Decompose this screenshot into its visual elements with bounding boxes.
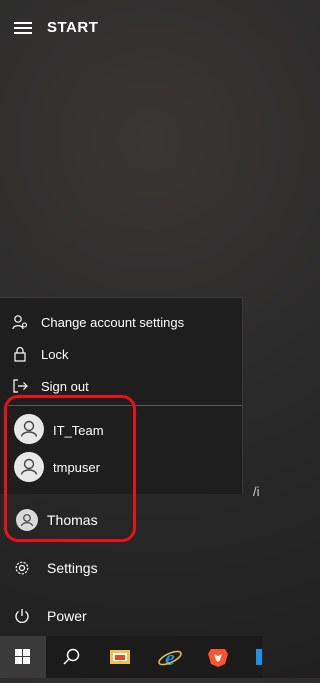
- start-button[interactable]: [0, 636, 46, 678]
- settings-button[interactable]: Settings: [0, 548, 262, 588]
- power-label: Power: [47, 608, 87, 624]
- start-menu: START Change account settings Lock Sign …: [0, 0, 262, 636]
- start-header: START: [0, 0, 262, 56]
- power-icon: [15, 609, 29, 623]
- start-title: START: [47, 19, 99, 36]
- annotation-highlight-box: [4, 395, 136, 542]
- internet-explorer-taskbar-button[interactable]: e: [150, 636, 190, 678]
- account-settings-icon: [12, 315, 28, 330]
- change-account-settings-label: Change account settings: [41, 315, 185, 330]
- svg-text:e: e: [165, 645, 175, 670]
- search-button[interactable]: [46, 636, 96, 678]
- lock-label: Lock: [41, 347, 69, 362]
- change-account-settings-item[interactable]: Change account settings: [0, 308, 242, 336]
- settings-label: Settings: [47, 560, 98, 576]
- brave-browser-taskbar-button[interactable]: [198, 636, 238, 678]
- brave-browser-icon: [208, 649, 228, 667]
- sign-out-icon: [13, 379, 28, 393]
- lock-item[interactable]: Lock: [0, 340, 242, 368]
- file-explorer-taskbar-button[interactable]: [100, 636, 140, 678]
- internet-explorer-icon: e: [158, 645, 182, 670]
- gear-icon: [15, 561, 29, 575]
- background-text-fragment: /i: [253, 484, 260, 499]
- taskbar: e: [0, 636, 262, 678]
- windows-start-icon: [15, 649, 30, 664]
- app-icon: [256, 649, 262, 665]
- partial-app-taskbar-button[interactable]: [246, 636, 262, 678]
- power-button[interactable]: Power: [0, 596, 262, 636]
- file-explorer-icon: [110, 650, 130, 664]
- hamburger-menu-icon[interactable]: [14, 22, 32, 34]
- sign-out-label: Sign out: [41, 379, 89, 394]
- search-icon: [63, 648, 80, 665]
- lock-icon: [14, 346, 26, 362]
